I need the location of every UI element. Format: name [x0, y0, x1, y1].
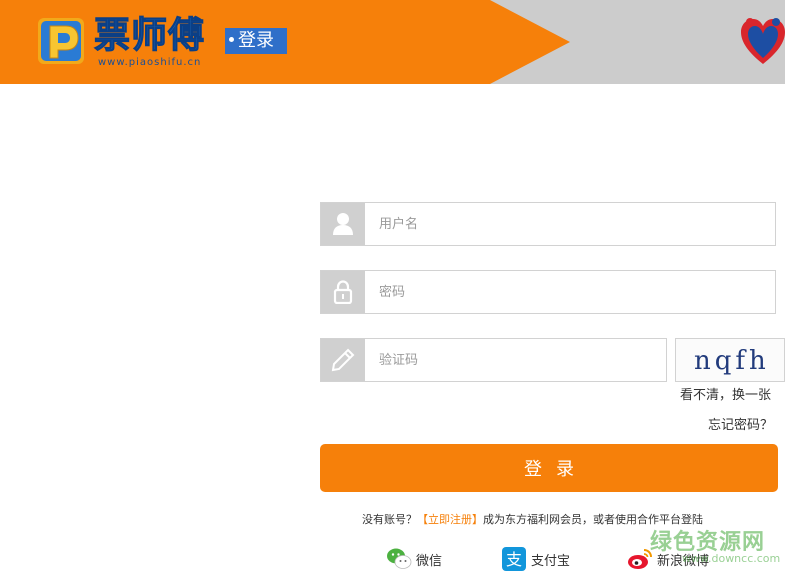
captcha-image[interactable]: nqfh: [675, 338, 785, 382]
wechat-label: 微信: [416, 553, 443, 569]
pencil-icon: [331, 348, 355, 372]
heart-logo-icon: [741, 18, 785, 64]
register-link[interactable]: 【立即注册】: [417, 513, 483, 526]
login-page: 票师傅 www.piaoshifu.cn 登录 用户名 验证码 nqfh 看不清…: [0, 0, 785, 578]
captcha-field-group: [320, 338, 667, 382]
user-icon-box: [321, 203, 365, 245]
password-input[interactable]: [365, 271, 775, 313]
user-icon: [333, 213, 353, 235]
register-prefix: 没有账号？: [362, 513, 417, 526]
username-input[interactable]: [365, 203, 775, 245]
password-field-group: [320, 270, 776, 314]
svg-text:支: 支: [506, 550, 522, 569]
bullet-dot-icon: [229, 36, 234, 42]
brand-name: 票师傅: [93, 15, 206, 57]
alipay-login[interactable]: 支 支付宝: [501, 546, 570, 572]
login-button[interactable]: 登录: [320, 444, 778, 492]
wechat-icon: [387, 548, 412, 569]
alipay-icon: 支: [502, 547, 526, 571]
logo-p-icon: [38, 18, 84, 64]
refresh-captcha-link[interactable]: 看不清，换一张: [680, 384, 771, 403]
username-field-group: [320, 202, 776, 246]
page-title-tag: 登录: [225, 28, 287, 54]
page-title: 登录: [238, 30, 274, 51]
wechat-login[interactable]: 微信: [386, 546, 442, 572]
forgot-password-link[interactable]: 忘记密码？: [708, 414, 773, 433]
pencil-icon-box: [321, 339, 365, 381]
lock-icon: [333, 280, 353, 304]
watermark-url: www.downcc.com: [682, 552, 781, 565]
header-bar: 票师傅 www.piaoshifu.cn 登录: [0, 0, 785, 84]
lock-icon-box: [321, 271, 365, 313]
brand-url: www.piaoshifu.cn: [98, 57, 202, 68]
alipay-label: 支付宝: [531, 553, 571, 569]
captcha-input[interactable]: [365, 339, 665, 381]
